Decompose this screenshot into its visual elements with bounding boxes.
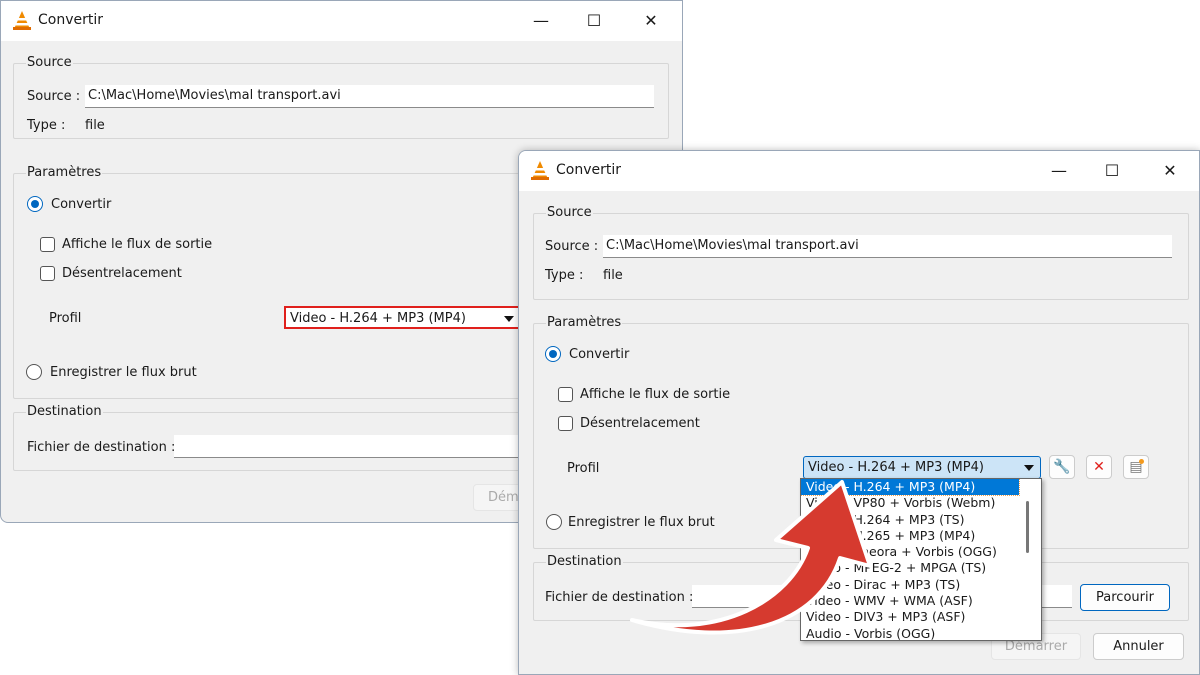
curved-arrow-annotation xyxy=(630,480,872,635)
arrow-shape xyxy=(630,480,872,635)
